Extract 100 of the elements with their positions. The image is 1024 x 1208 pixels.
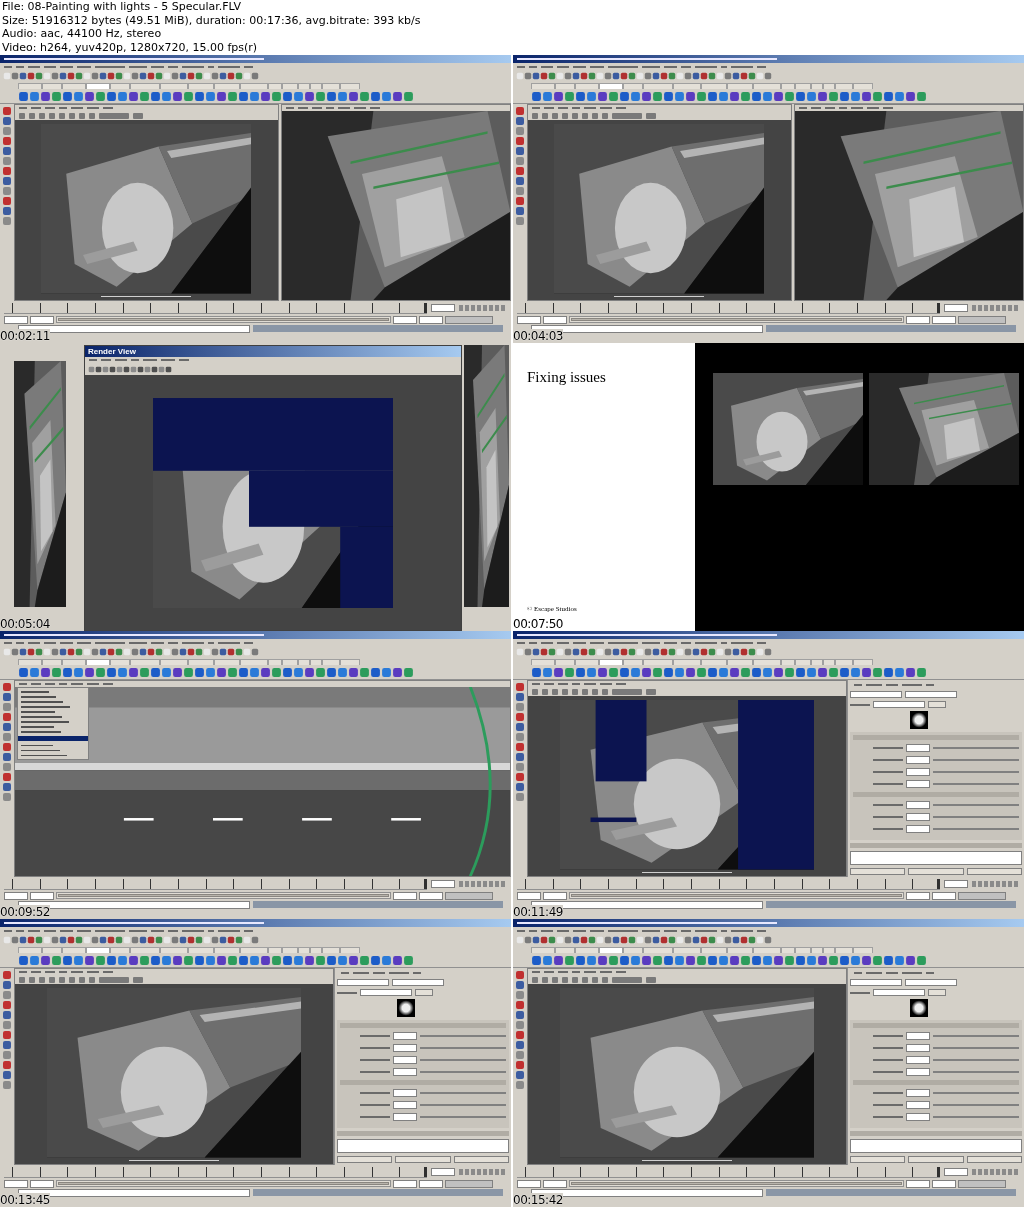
start-time-field[interactable]	[30, 315, 54, 324]
command-field[interactable]	[18, 900, 250, 909]
start-time-field[interactable]	[543, 315, 567, 324]
current-frame-field[interactable]	[944, 880, 968, 888]
end-time-field[interactable]	[932, 315, 956, 324]
end-time-field[interactable]	[393, 891, 417, 900]
value-field[interactable]	[906, 813, 930, 821]
node-tab[interactable]	[905, 691, 957, 698]
character-set-field[interactable]	[445, 315, 493, 324]
value-field[interactable]	[393, 1068, 417, 1076]
editor-button[interactable]	[337, 1156, 393, 1163]
current-frame-field[interactable]	[431, 1168, 455, 1176]
editor-button[interactable]	[966, 868, 1022, 875]
shelf-icons-drawing[interactable]	[18, 666, 414, 678]
editor-button[interactable]	[453, 1156, 509, 1163]
focus-button[interactable]	[415, 989, 433, 996]
time-slider[interactable]	[4, 1166, 427, 1178]
value-field[interactable]	[906, 1113, 930, 1121]
value-field[interactable]	[906, 1056, 930, 1064]
shelf-icons-drawing[interactable]	[531, 666, 927, 678]
character-set-field[interactable]	[445, 1179, 493, 1188]
title-bar[interactable]	[0, 55, 511, 63]
toolbox-drawing[interactable]	[515, 106, 525, 226]
value-field[interactable]	[906, 801, 930, 809]
value-field[interactable]	[906, 825, 930, 833]
status-line-drawing[interactable]	[3, 648, 259, 656]
end-time-field[interactable]	[932, 891, 956, 900]
start-time-field[interactable]	[517, 891, 541, 900]
start-time-field[interactable]	[517, 1179, 541, 1188]
value-field[interactable]	[393, 1032, 417, 1040]
current-frame-field[interactable]	[944, 1168, 968, 1176]
character-set-field[interactable]	[958, 891, 1006, 900]
playback-controls[interactable]	[972, 881, 1020, 887]
character-set-field[interactable]	[958, 1179, 1006, 1188]
toolbox-drawing[interactable]	[2, 970, 12, 1090]
shelf-icons-drawing[interactable]	[18, 90, 414, 102]
start-time-field[interactable]	[30, 891, 54, 900]
editor-button[interactable]	[966, 1156, 1022, 1163]
start-time-field[interactable]	[543, 891, 567, 900]
current-time-marker[interactable]	[937, 878, 940, 889]
command-field[interactable]	[18, 324, 250, 333]
focus-button[interactable]	[928, 701, 946, 708]
start-time-field[interactable]	[543, 1179, 567, 1188]
end-time-field[interactable]	[932, 1179, 956, 1188]
node-tab[interactable]	[905, 979, 957, 986]
playback-controls[interactable]	[459, 1169, 507, 1175]
start-time-field[interactable]	[30, 1179, 54, 1188]
toolbox-drawing[interactable]	[515, 682, 525, 802]
title-bar[interactable]	[0, 631, 511, 639]
value-field[interactable]	[906, 1044, 930, 1052]
character-set-field[interactable]	[958, 315, 1006, 324]
shelf-icons-drawing[interactable]	[531, 954, 927, 966]
current-time-marker[interactable]	[424, 1166, 427, 1177]
node-tab[interactable]	[337, 979, 389, 986]
character-set-field[interactable]	[445, 891, 493, 900]
playback-controls[interactable]	[459, 881, 507, 887]
end-time-field[interactable]	[906, 891, 930, 900]
time-slider[interactable]	[517, 1166, 940, 1178]
status-line-drawing[interactable]	[516, 648, 772, 656]
current-time-marker[interactable]	[424, 302, 427, 313]
title-bar[interactable]	[0, 919, 511, 927]
playback-controls[interactable]	[972, 305, 1020, 311]
status-line-drawing[interactable]	[516, 72, 772, 80]
node-name-field[interactable]	[360, 989, 412, 996]
value-field[interactable]	[393, 1113, 417, 1121]
current-time-marker[interactable]	[424, 878, 427, 889]
focus-button[interactable]	[928, 989, 946, 996]
title-bar[interactable]	[513, 631, 1024, 639]
title-bar[interactable]	[513, 55, 1024, 63]
end-time-field[interactable]	[393, 315, 417, 324]
end-time-field[interactable]	[419, 315, 443, 324]
playback-controls[interactable]	[972, 1169, 1020, 1175]
end-time-field[interactable]	[393, 1179, 417, 1188]
status-line-drawing[interactable]	[3, 936, 259, 944]
value-field[interactable]	[906, 780, 930, 788]
time-slider[interactable]	[4, 302, 427, 314]
end-time-field[interactable]	[419, 891, 443, 900]
time-slider[interactable]	[517, 302, 940, 314]
start-time-field[interactable]	[4, 891, 28, 900]
view-menu[interactable]	[17, 687, 89, 760]
end-time-field[interactable]	[419, 1179, 443, 1188]
render-tools-drawing[interactable]	[88, 365, 172, 373]
value-field[interactable]	[906, 768, 930, 776]
toolbox-drawing[interactable]	[2, 682, 12, 802]
playback-controls[interactable]	[459, 305, 507, 311]
value-field[interactable]	[393, 1089, 417, 1097]
current-frame-field[interactable]	[944, 304, 968, 312]
command-field[interactable]	[531, 900, 763, 909]
value-field[interactable]	[393, 1044, 417, 1052]
attribute-editor[interactable]	[847, 680, 1024, 877]
end-time-field[interactable]	[906, 315, 930, 324]
value-field[interactable]	[906, 744, 930, 752]
start-time-field[interactable]	[4, 1179, 28, 1188]
value-field[interactable]	[906, 1032, 930, 1040]
node-name-field[interactable]	[873, 701, 925, 708]
status-line-drawing[interactable]	[3, 72, 259, 80]
node-name-field[interactable]	[873, 989, 925, 996]
current-frame-field[interactable]	[431, 880, 455, 888]
end-time-field[interactable]	[906, 1179, 930, 1188]
node-tab[interactable]	[850, 979, 902, 986]
